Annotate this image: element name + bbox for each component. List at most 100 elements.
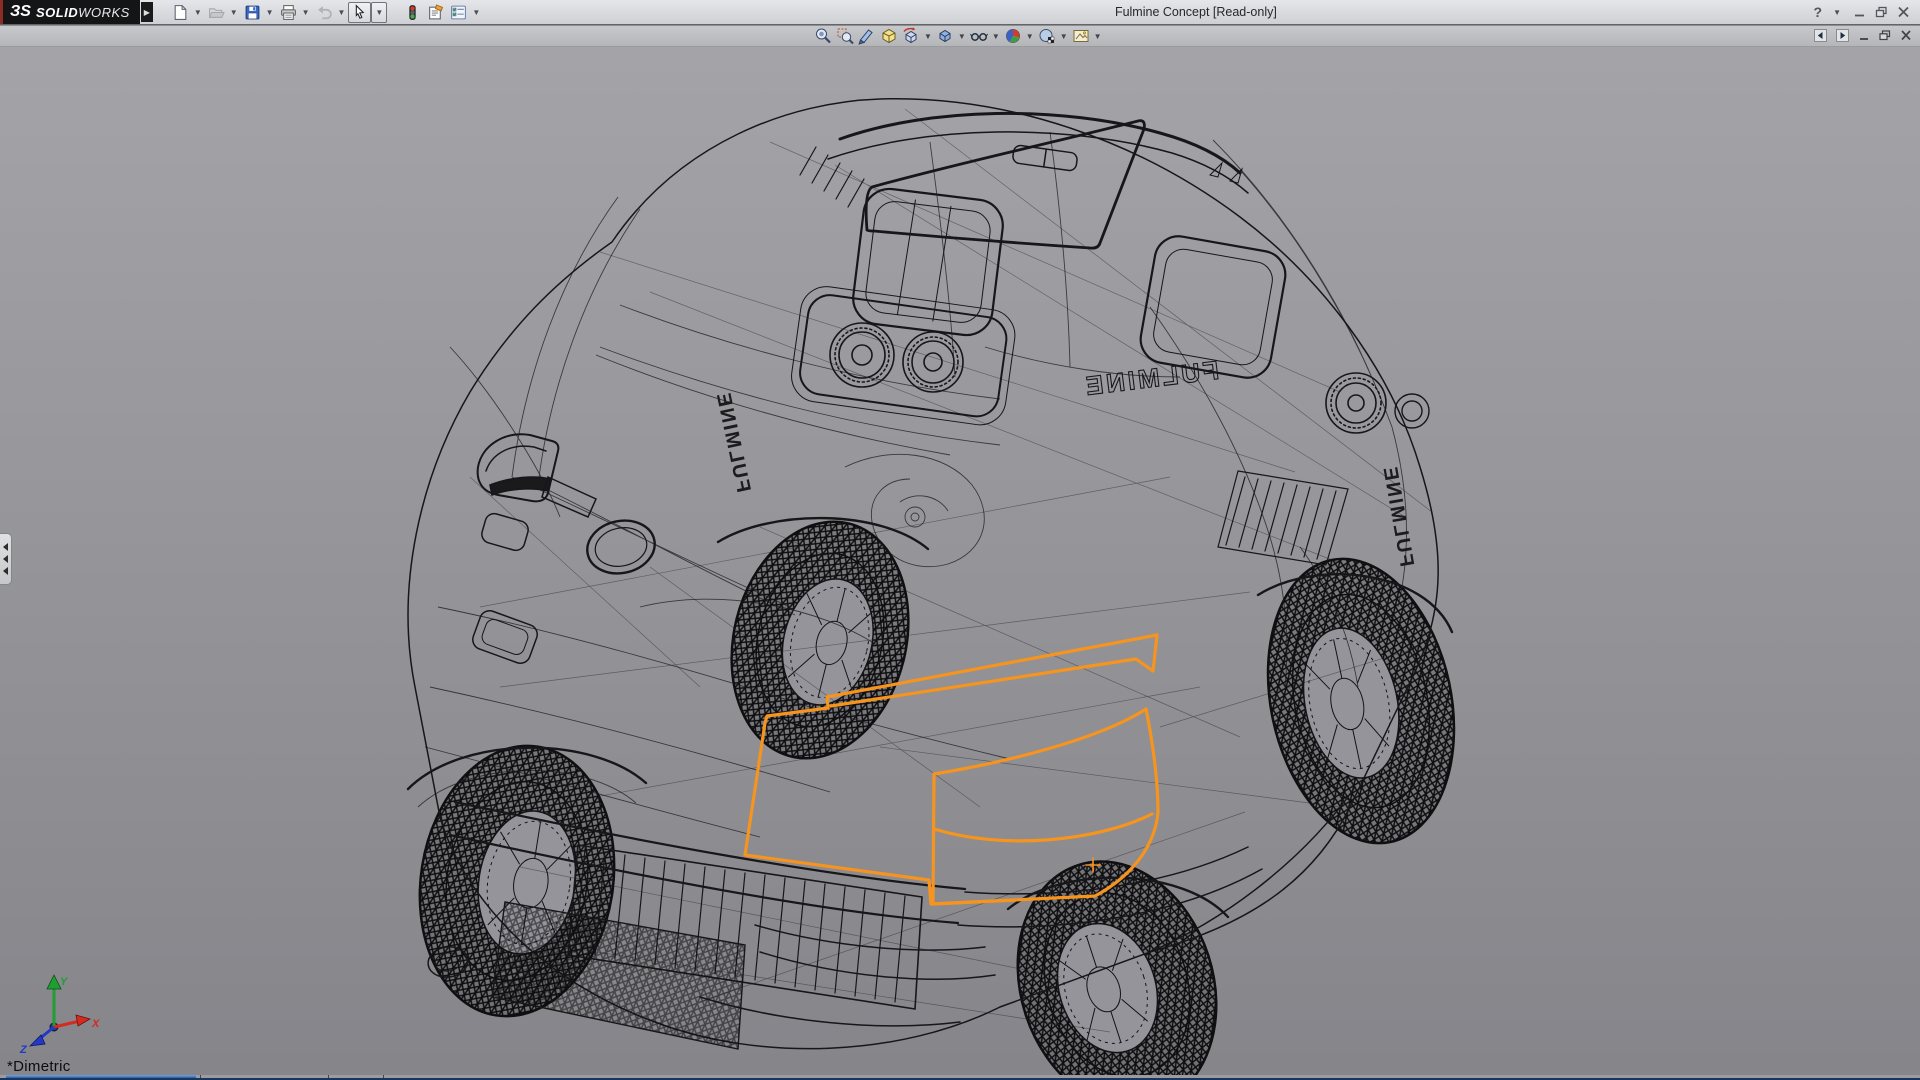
wireframe-detail xyxy=(417,131,1408,838)
print-icon xyxy=(280,4,296,20)
doc-close-button[interactable] xyxy=(1900,30,1912,41)
dropdown-caret[interactable]: ▼ xyxy=(1060,32,1068,41)
display-style-button[interactable] xyxy=(934,27,956,45)
section-knife-icon xyxy=(858,29,873,45)
dropdown-caret[interactable]: ▼ xyxy=(338,8,346,17)
dropdown-caret[interactable]: ▼ xyxy=(1094,32,1102,41)
restore-icon xyxy=(1875,6,1887,18)
section-view-button[interactable] xyxy=(856,27,878,45)
apply-scene-button[interactable] xyxy=(1036,27,1058,45)
save-floppy-icon xyxy=(245,5,260,19)
logo-solid: SOLID xyxy=(35,4,79,20)
wireframe-chords xyxy=(469,108,1433,1033)
y-axis-arrow xyxy=(46,974,62,990)
x-axis-label: X xyxy=(91,1018,100,1030)
appearance-sphere-icon xyxy=(1005,29,1020,43)
z-axis-label: Z xyxy=(19,1044,28,1055)
model-wireframe[interactable]: FULMINE FULMINE FULMINE xyxy=(0,47,1920,1075)
file-properties-button[interactable] xyxy=(424,2,447,23)
close-icon xyxy=(1898,6,1909,18)
open-document-button[interactable] xyxy=(205,2,228,23)
view-settings-button[interactable] xyxy=(1070,27,1092,45)
file-properties-icon xyxy=(429,3,444,19)
y-axis-label: Y xyxy=(60,976,69,988)
restore-button[interactable] xyxy=(1875,6,1888,18)
traffic-light-icon xyxy=(409,4,417,20)
titlebar[interactable]: ЗS SOLID WORKS ▶ ▼ ▼ ▼ ▼ ▼ ▼ ▼ Fulmine C… xyxy=(0,0,1920,25)
window-title: Fulmine Concept [Read-only] xyxy=(1114,5,1277,19)
logo-accent xyxy=(0,0,3,24)
dropdown-caret: ▼ xyxy=(375,7,384,17)
collapse-arrow-icon xyxy=(3,543,8,551)
solidworks-window: ЗS SOLID WORKS ▶ ▼ ▼ ▼ ▼ ▼ ▼ ▼ Fulmine C… xyxy=(0,0,1920,1080)
dropdown-caret[interactable]: ▼ xyxy=(472,8,480,17)
doc-restore-button[interactable] xyxy=(1879,30,1891,41)
close-button[interactable] xyxy=(1897,6,1910,18)
x-axis-arrow xyxy=(75,1014,92,1027)
taskbar[interactable] xyxy=(0,1075,1920,1080)
badge-right: FULMINE xyxy=(1378,463,1418,568)
display-states-button[interactable] xyxy=(401,2,424,23)
save-button[interactable] xyxy=(241,2,264,23)
print-button[interactable] xyxy=(277,2,300,23)
options-checklist-icon xyxy=(451,5,467,19)
next-window-icon xyxy=(1836,29,1849,42)
help-button[interactable]: ? xyxy=(1814,4,1823,20)
display-style-cube-icon xyxy=(939,29,951,43)
standard-toolbar: ▼ ▼ ▼ ▼ ▼ ▼ ▼ xyxy=(169,1,483,23)
new-document-icon xyxy=(174,4,187,20)
options-button[interactable] xyxy=(447,2,470,23)
headsup-view-toolbar: ▼ ▼ ▼ ▼ ▼ ▼ xyxy=(812,27,1104,45)
zoom-to-fit-button[interactable] xyxy=(812,27,834,45)
view-orientation-button[interactable] xyxy=(878,27,900,45)
undo-button[interactable] xyxy=(313,2,336,23)
badge-rear: FULMINE xyxy=(1081,355,1220,401)
zoom-to-area-button[interactable] xyxy=(834,27,856,45)
previous-window-button[interactable] xyxy=(1814,29,1827,42)
solidworks-logo: ЗS SOLID WORKS xyxy=(0,0,140,24)
dropdown-caret[interactable]: ▼ xyxy=(194,8,202,17)
logo-mark: ЗS xyxy=(10,3,31,20)
previous-window-icon xyxy=(1814,29,1827,42)
dropdown-caret[interactable]: ▼ xyxy=(1026,32,1034,41)
collapse-arrow-icon xyxy=(3,555,8,563)
dropdown-caret[interactable]: ▼ xyxy=(230,8,238,17)
minimize-button[interactable] xyxy=(1853,6,1866,18)
undo-icon xyxy=(317,5,332,19)
view-orientation-label: *Dimetric xyxy=(7,1058,71,1075)
window-controls: ? ▼ xyxy=(1814,4,1920,20)
orientation-box-icon xyxy=(882,28,896,44)
menu-row: ▼ ▼ ▼ ▼ ▼ ▼ xyxy=(0,26,1920,47)
logo-works: WORKS xyxy=(78,4,130,20)
doc-minimize-button[interactable] xyxy=(1858,30,1870,41)
dropdown-caret[interactable]: ▼ xyxy=(924,32,932,41)
new-document-button[interactable] xyxy=(169,2,192,23)
rotate-cube-icon xyxy=(903,27,917,44)
open-folder-icon xyxy=(208,7,225,18)
badge-left: FULMINE xyxy=(711,389,754,494)
zoom-to-area-icon xyxy=(837,28,854,45)
next-window-button[interactable] xyxy=(1836,29,1849,42)
dropdown-caret[interactable]: ▼ xyxy=(992,32,1000,41)
rotate-view-button[interactable] xyxy=(900,27,922,45)
eyeglasses-icon xyxy=(969,33,988,41)
dropdown-caret[interactable]: ▼ xyxy=(302,8,310,17)
menu-flyout-arrow[interactable]: ▶ xyxy=(140,2,153,22)
edit-appearance-button[interactable] xyxy=(1002,27,1024,45)
document-window-controls xyxy=(1814,29,1912,42)
select-dropdown[interactable]: ▼ xyxy=(371,1,388,23)
hide-show-items-button[interactable] xyxy=(968,27,990,45)
orientation-triad: Y X Z xyxy=(19,974,100,1055)
zoom-to-fit-icon xyxy=(816,28,831,44)
dropdown-caret[interactable]: ▼ xyxy=(958,32,966,41)
graphics-area[interactable]: FULMINE FULMINE FULMINE Y X Z *Dimetric xyxy=(0,47,1920,1075)
collapse-arrow-icon xyxy=(3,567,8,575)
doc-close-icon xyxy=(1901,30,1911,41)
help-dropdown-caret[interactable]: ▼ xyxy=(1833,8,1841,17)
select-cursor-icon xyxy=(356,3,365,19)
featuremanager-collapse-handle[interactable] xyxy=(0,533,12,585)
select-button[interactable] xyxy=(348,1,372,23)
dropdown-caret[interactable]: ▼ xyxy=(266,8,274,17)
view-settings-icon xyxy=(1073,30,1089,42)
scene-sphere-icon xyxy=(1039,29,1054,44)
